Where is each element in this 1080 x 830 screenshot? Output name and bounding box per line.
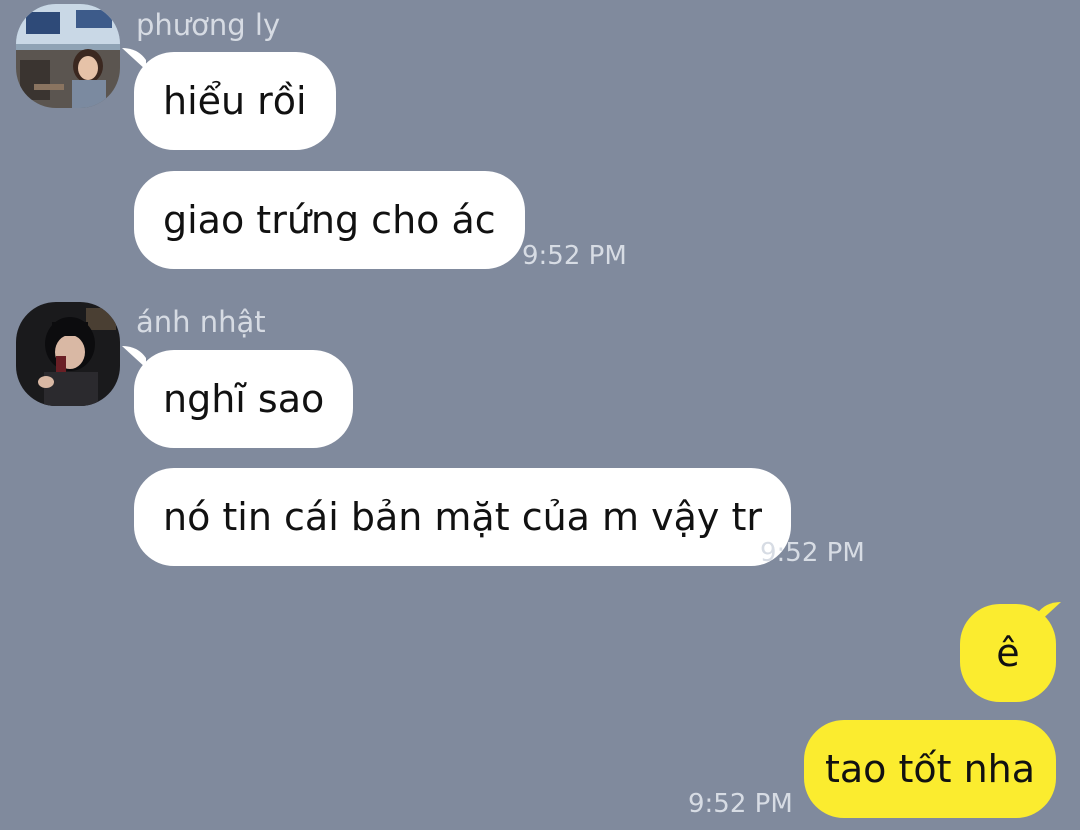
message-bubble-outgoing[interactable]: tao tốt nha	[804, 720, 1056, 818]
avatar-phuong-ly[interactable]	[16, 4, 120, 108]
message-bubble[interactable]: hiểu rồi	[134, 52, 336, 150]
avatar-anh-nhat[interactable]	[16, 302, 120, 406]
message-bubble-outgoing[interactable]: ê	[960, 604, 1056, 702]
message-bubble[interactable]: nghĩ sao	[134, 350, 354, 448]
message-bubble[interactable]: nó tin cái bản mặt của m vậy tr	[134, 468, 792, 566]
message-timestamp: 9:52 PM	[760, 538, 865, 568]
sender-name: phương ly	[136, 8, 281, 42]
message-bubble[interactable]: giao trứng cho ác	[134, 171, 525, 269]
chat-transcript: phương ly hiểu rồi giao trứng cho ác 9:5…	[0, 0, 1080, 830]
sender-name: ánh nhật	[136, 305, 266, 339]
message-timestamp: 9:52 PM	[688, 789, 793, 819]
message-timestamp: 9:52 PM	[522, 241, 627, 271]
